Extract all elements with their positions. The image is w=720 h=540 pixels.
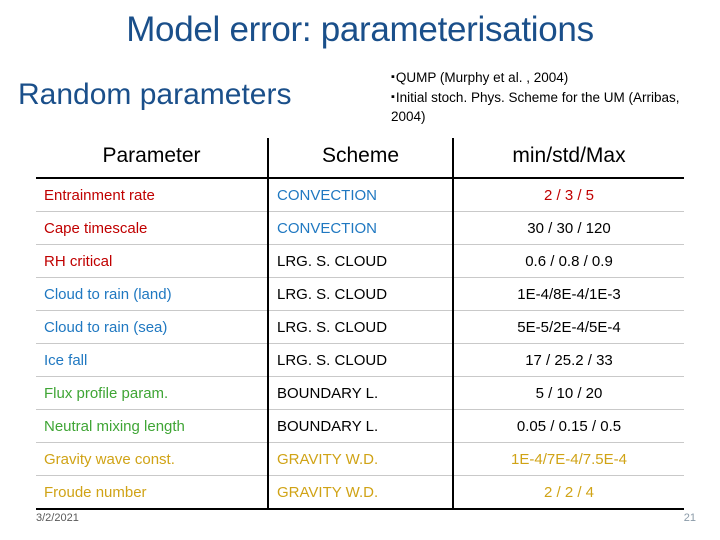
parameters-table: Parameter Scheme min/std/Max Entrainment… [36, 138, 684, 510]
table-row: Cape timescale CONVECTION 30 / 30 / 120 [36, 211, 684, 245]
cell-values: 2 / 2 / 4 [453, 475, 684, 510]
cell-scheme: GRAVITY W.D. [267, 442, 454, 476]
bullet-text: Initial stoch. Phys. Scheme for the UM (… [391, 89, 680, 125]
slide: Model error: parameterisations Random pa… [0, 0, 720, 540]
section-subtitle: Random parameters [18, 78, 292, 111]
cell-scheme: LRG. S. CLOUD [267, 244, 454, 278]
footer-page-number: 21 [683, 512, 696, 524]
cell-parameter: Flux profile param. [36, 376, 268, 410]
cell-scheme: BOUNDARY L. [267, 409, 454, 443]
cell-values: 5E-5/2E-4/5E-4 [453, 310, 684, 344]
table-row: Ice fall LRG. S. CLOUD 17 / 25.2 / 33 [36, 343, 684, 377]
column-header-scheme: Scheme [267, 138, 454, 179]
cell-values: 5 / 10 / 20 [453, 376, 684, 410]
column-header-parameter: Parameter [36, 138, 268, 179]
cell-values: 1E-4/7E-4/7.5E-4 [453, 442, 684, 476]
cell-scheme: CONVECTION [267, 178, 454, 212]
cell-parameter: RH critical [36, 244, 268, 278]
bullet-list: ▪QUMP (Murphy et al. , 2004) ▪Initial st… [391, 68, 713, 127]
table-header-row: Parameter Scheme min/std/Max [36, 138, 684, 179]
cell-scheme: LRG. S. CLOUD [267, 277, 454, 311]
cell-values: 0.05 / 0.15 / 0.5 [453, 409, 684, 443]
table-row: Flux profile param. BOUNDARY L. 5 / 10 /… [36, 376, 684, 410]
table-row: RH critical LRG. S. CLOUD 0.6 / 0.8 / 0.… [36, 244, 684, 278]
cell-parameter: Gravity wave const. [36, 442, 268, 476]
cell-parameter: Entrainment rate [36, 178, 268, 212]
table-row: Cloud to rain (sea) LRG. S. CLOUD 5E-5/2… [36, 310, 684, 344]
cell-parameter: Froude number [36, 475, 268, 510]
cell-scheme: BOUNDARY L. [267, 376, 454, 410]
table-row: Entrainment rate CONVECTION 2 / 3 / 5 [36, 178, 684, 212]
bullet-marker-icon: ▪ [391, 71, 395, 84]
column-header-minstdmax: min/std/Max [453, 138, 684, 179]
footer-date: 3/2/2021 [36, 512, 79, 524]
table-row: Cloud to rain (land) LRG. S. CLOUD 1E-4/… [36, 277, 684, 311]
cell-values: 30 / 30 / 120 [453, 211, 684, 245]
cell-values: 0.6 / 0.8 / 0.9 [453, 244, 684, 278]
cell-scheme: GRAVITY W.D. [267, 475, 454, 510]
cell-values: 2 / 3 / 5 [453, 178, 684, 212]
bullet-text: QUMP (Murphy et al. , 2004) [395, 70, 569, 85]
cell-scheme: LRG. S. CLOUD [267, 343, 454, 377]
bullet-marker-icon: ▪ [391, 91, 395, 104]
table-row: Froude number GRAVITY W.D. 2 / 2 / 4 [36, 475, 684, 510]
parameters-table-wrapper: Parameter Scheme min/std/Max Entrainment… [36, 138, 684, 510]
bullet-item-0: ▪QUMP (Murphy et al. , 2004) [391, 68, 713, 88]
cell-parameter: Neutral mixing length [36, 409, 268, 443]
page-title: Model error: parameterisations [126, 10, 594, 49]
cell-parameter: Cloud to rain (land) [36, 277, 268, 311]
cell-parameter: Cape timescale [36, 211, 268, 245]
cell-parameter: Ice fall [36, 343, 268, 377]
cell-values: 1E-4/8E-4/1E-3 [453, 277, 684, 311]
table-row: Gravity wave const. GRAVITY W.D. 1E-4/7E… [36, 442, 684, 476]
cell-parameter: Cloud to rain (sea) [36, 310, 268, 344]
bullet-item-1: ▪Initial stoch. Phys. Scheme for the UM … [391, 88, 713, 127]
cell-values: 17 / 25.2 / 33 [453, 343, 684, 377]
table-row: Neutral mixing length BOUNDARY L. 0.05 /… [36, 409, 684, 443]
cell-scheme: CONVECTION [267, 211, 454, 245]
cell-scheme: LRG. S. CLOUD [267, 310, 454, 344]
